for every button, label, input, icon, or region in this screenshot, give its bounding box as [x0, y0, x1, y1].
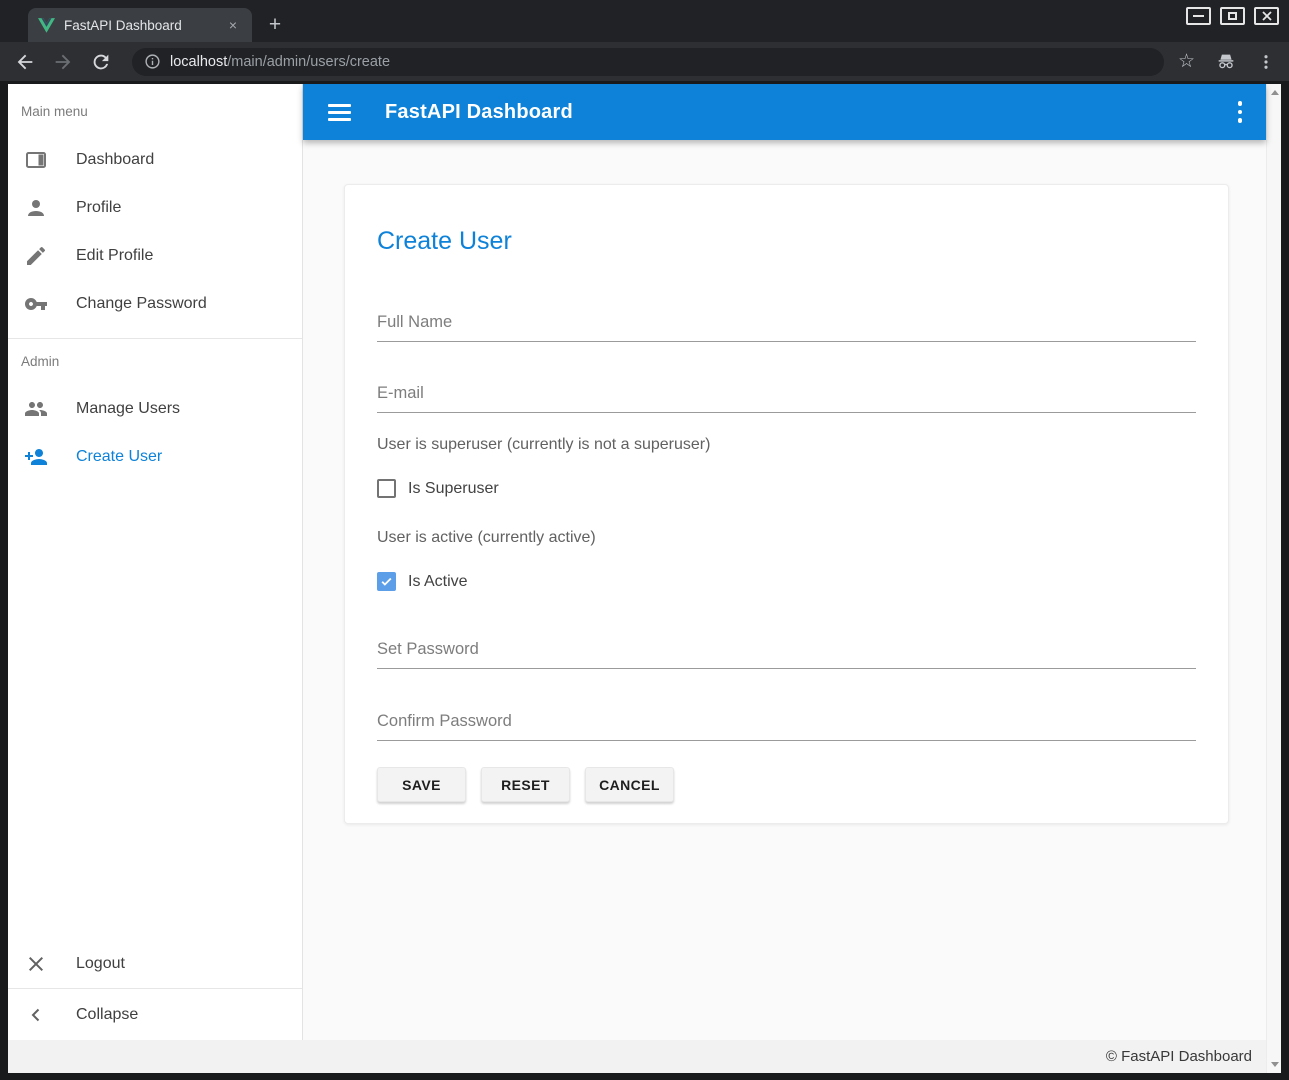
email-input[interactable] — [377, 384, 1196, 403]
dashboard-icon — [24, 148, 48, 172]
tab-strip: FastAPI Dashboard × + — [0, 0, 1289, 42]
sidebar-item-collapse[interactable]: Collapse — [8, 989, 302, 1040]
sidebar-section-admin: Admin — [8, 352, 302, 372]
minimize-button[interactable] — [1186, 7, 1211, 25]
app-title: FastAPI Dashboard — [385, 101, 573, 124]
browser-menu-icon[interactable] — [1257, 53, 1275, 71]
scrollbar-down-arrow[interactable] — [1267, 1057, 1281, 1072]
cancel-button[interactable]: CANCEL — [585, 767, 674, 802]
footer-copyright: © FastAPI Dashboard — [1106, 1048, 1252, 1065]
url-host: localhost — [170, 54, 227, 70]
sidebar-item-label: Profile — [76, 199, 121, 217]
sidebar-item-change-password[interactable]: Change Password — [8, 280, 302, 328]
active-checkbox-label: Is Active — [408, 573, 468, 591]
close-icon — [1261, 10, 1273, 22]
set-password-input[interactable] — [377, 640, 1196, 659]
maximize-button[interactable] — [1220, 7, 1245, 25]
people-icon — [24, 397, 48, 421]
footer: © FastAPI Dashboard — [8, 1040, 1266, 1073]
key-icon — [24, 292, 48, 316]
page-scrollbar[interactable] — [1266, 84, 1281, 1073]
active-checkbox[interactable] — [377, 572, 396, 591]
close-x-icon — [24, 952, 48, 976]
full-name-field[interactable] — [377, 313, 1196, 342]
tab-close-icon[interactable]: × — [224, 16, 242, 34]
reset-button[interactable]: RESET — [481, 767, 570, 802]
sidebar-item-label: Create User — [76, 448, 162, 466]
tab-title: FastAPI Dashboard — [64, 18, 224, 33]
check-icon — [380, 575, 393, 588]
sidebar-item-profile[interactable]: Profile — [8, 184, 302, 232]
minimize-icon — [1193, 15, 1204, 17]
maximize-icon — [1228, 12, 1237, 20]
sidebar-item-logout[interactable]: Logout — [8, 940, 302, 988]
sidebar-item-edit-profile[interactable]: Edit Profile — [8, 232, 302, 280]
toolbar-right: ☆ — [1178, 51, 1275, 73]
back-icon[interactable] — [14, 51, 36, 73]
reload-icon[interactable] — [90, 51, 112, 73]
confirm-password-input[interactable] — [377, 712, 1196, 731]
appbar-menu-icon[interactable] — [1238, 101, 1243, 123]
sidebar-section-main-menu: Main menu — [8, 102, 302, 122]
sidebar-item-label: Dashboard — [76, 151, 154, 169]
browser-tab[interactable]: FastAPI Dashboard × — [28, 8, 252, 42]
sidebar-item-dashboard[interactable]: Dashboard — [8, 136, 302, 184]
bookmark-star-icon[interactable]: ☆ — [1178, 52, 1195, 71]
superuser-checkbox-label: Is Superuser — [408, 480, 499, 498]
active-hint: User is active (currently active) — [377, 529, 1196, 547]
superuser-checkbox[interactable] — [377, 479, 396, 498]
superuser-hint: User is superuser (currently is not a su… — [377, 436, 1196, 454]
forward-icon[interactable] — [52, 51, 74, 73]
sidebar: Main menu Dashboard Profile Edit Profile — [8, 84, 303, 1040]
active-checkbox-row[interactable]: Is Active — [377, 572, 1196, 591]
person-icon — [24, 196, 48, 220]
superuser-checkbox-row[interactable]: Is Superuser — [377, 479, 1196, 498]
set-password-field[interactable] — [377, 640, 1196, 669]
full-name-input[interactable] — [377, 313, 1196, 332]
sidebar-item-label: Change Password — [76, 295, 207, 313]
hamburger-menu-icon[interactable] — [328, 104, 351, 121]
browser-toolbar: localhost/main/admin/users/create ☆ — [0, 42, 1289, 81]
new-tab-button[interactable]: + — [262, 12, 288, 38]
save-button[interactable]: SAVE — [377, 767, 466, 802]
sidebar-item-label: Collapse — [76, 1006, 138, 1024]
sidebar-bottom: Logout Collapse — [8, 940, 302, 1040]
page: Main menu Dashboard Profile Edit Profile — [8, 84, 1281, 1073]
confirm-password-field[interactable] — [377, 712, 1196, 741]
address-bar[interactable]: localhost/main/admin/users/create — [132, 48, 1164, 76]
email-field[interactable] — [377, 384, 1196, 413]
site-info-icon[interactable] — [144, 53, 161, 70]
browser-window: FastAPI Dashboard × + localhost/main/adm… — [0, 0, 1289, 1080]
sidebar-item-label: Edit Profile — [76, 247, 153, 265]
url-path: /main/admin/users/create — [227, 54, 390, 70]
vue-logo-icon — [38, 18, 55, 33]
incognito-icon — [1215, 51, 1237, 73]
window-controls — [1186, 7, 1279, 25]
scrollbar-up-arrow[interactable] — [1267, 85, 1281, 100]
pencil-icon — [24, 244, 48, 268]
url-text: localhost/main/admin/users/create — [170, 54, 390, 70]
sidebar-item-label: Logout — [76, 955, 125, 973]
page-title: Create User — [377, 227, 1196, 256]
sidebar-item-manage-users[interactable]: Manage Users — [8, 385, 302, 433]
form-buttons: SAVE RESET CANCEL — [377, 767, 1196, 802]
close-button[interactable] — [1254, 7, 1279, 25]
person-add-icon — [24, 445, 48, 469]
sidebar-item-label: Manage Users — [76, 400, 180, 418]
create-user-card: Create User User is superuser (currently… — [344, 184, 1229, 824]
main-content: Create User User is superuser (currently… — [303, 140, 1266, 1040]
sidebar-item-create-user[interactable]: Create User — [8, 433, 302, 481]
chevron-left-icon — [24, 1003, 48, 1027]
sidebar-divider — [8, 338, 302, 339]
app-bar: FastAPI Dashboard — [303, 84, 1266, 140]
